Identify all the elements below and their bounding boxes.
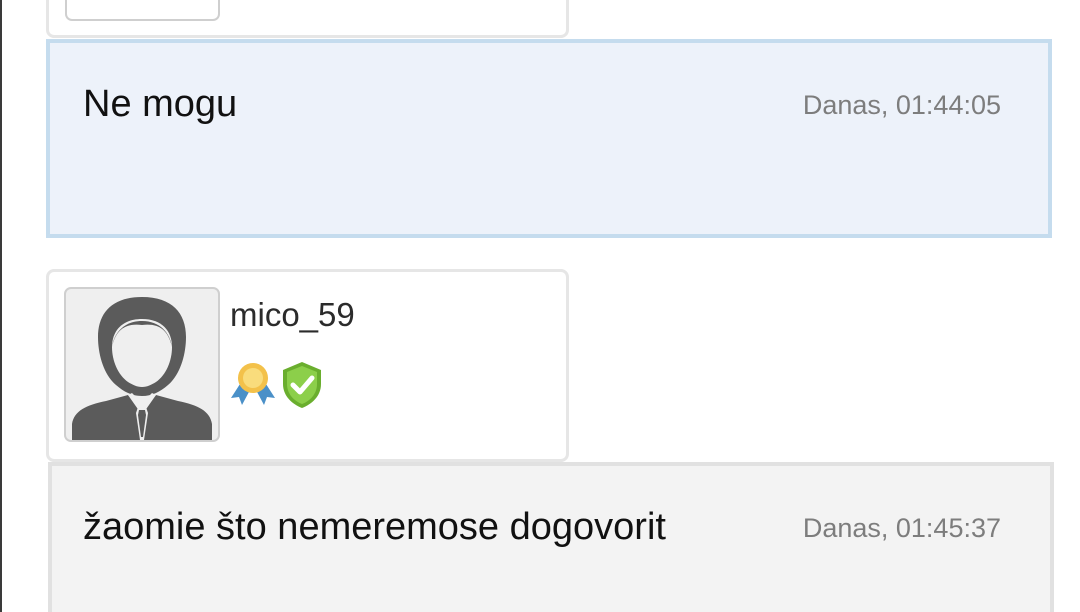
post-message: Ne mogu Danas, 01:44:05 xyxy=(46,39,1052,238)
post-text: Ne mogu xyxy=(83,83,238,125)
post-message: žaomie što nemeremose dogovorit Danas, 0… xyxy=(48,462,1054,612)
post-timestamp: Danas, 01:44:05 xyxy=(802,90,1001,120)
award-ribbon-icon xyxy=(228,360,278,413)
avatar-frame-icon xyxy=(67,0,220,21)
previous-profile-card xyxy=(46,0,569,38)
avatar[interactable] xyxy=(64,287,220,442)
post-text: žaomie što nemeremose dogovorit xyxy=(83,506,666,548)
default-male-avatar-icon xyxy=(72,297,212,440)
previous-avatar[interactable] xyxy=(65,0,220,21)
username-link[interactable]: mico_59 xyxy=(230,296,355,334)
screen-left-border xyxy=(0,0,2,612)
verified-shield-icon xyxy=(279,360,325,415)
post-timestamp: Danas, 01:45:37 xyxy=(802,513,1001,543)
